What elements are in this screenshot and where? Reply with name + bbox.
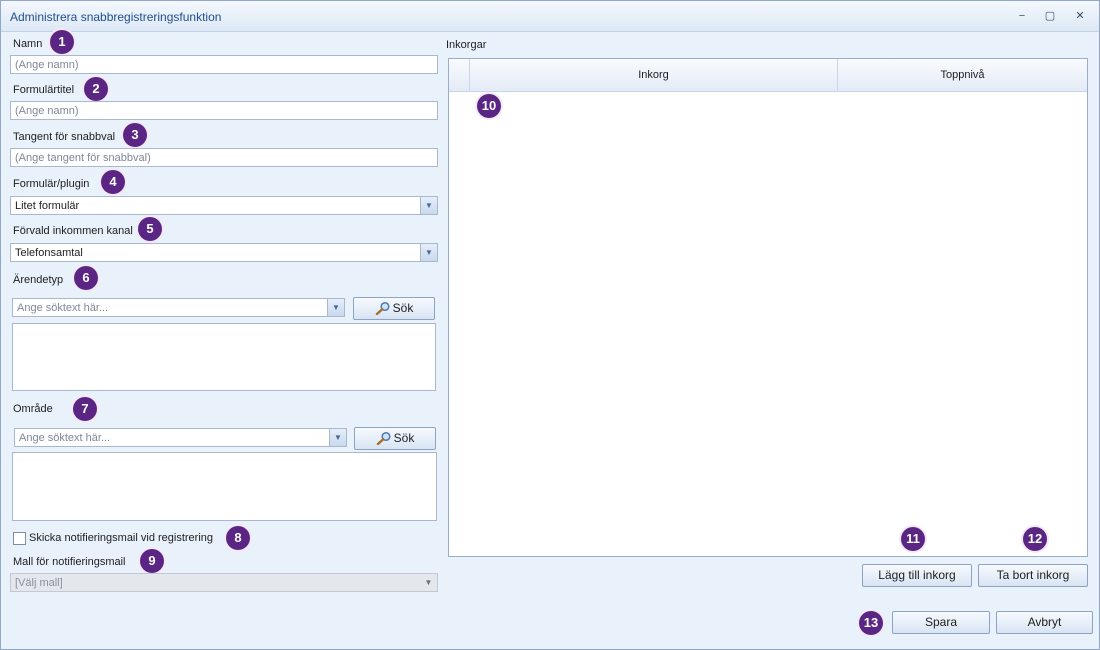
case-type-search-button[interactable]: Sök xyxy=(353,297,435,320)
inboxes-grid[interactable]: Inkorg Toppnivå xyxy=(448,58,1088,557)
area-search-placeholder: Ange söktext här... xyxy=(19,432,111,444)
area-search-button-label: Sök xyxy=(393,431,415,445)
magnifier-icon xyxy=(376,431,391,445)
chevron-down-icon: ▼ xyxy=(424,578,433,587)
area-list[interactable] xyxy=(12,452,437,521)
column-header-top-level[interactable]: Toppnivå xyxy=(838,59,1087,91)
form-title-label: Formulärtitel xyxy=(13,84,75,96)
badge-11: 11 xyxy=(901,527,925,551)
mail-template-value: [Välj mall] xyxy=(15,577,63,589)
area-search-button[interactable]: Sök xyxy=(354,427,436,450)
badge-12: 12 xyxy=(1023,527,1047,551)
badge-2: 2 xyxy=(84,77,108,101)
badge-1: 1 xyxy=(50,30,74,54)
case-type-list[interactable] xyxy=(12,323,436,391)
default-channel-value: Telefonsamtal xyxy=(15,247,83,259)
close-button[interactable]: ✕ xyxy=(1070,8,1090,24)
default-channel-select[interactable]: Telefonsamtal ▼ xyxy=(10,243,438,262)
inboxes-grid-header: Inkorg Toppnivå xyxy=(449,59,1087,92)
notify-checkbox[interactable] xyxy=(13,532,26,545)
mail-template-label: Mall för notifieringsmail xyxy=(13,556,126,568)
chevron-down-icon[interactable]: ▼ xyxy=(327,299,344,316)
name-label: Namn xyxy=(13,38,43,50)
badge-3: 3 xyxy=(123,123,147,147)
form-plugin-label: Formulär/plugin xyxy=(13,178,90,190)
chevron-down-icon[interactable]: ▼ xyxy=(420,197,437,214)
save-button[interactable]: Spara xyxy=(892,611,990,634)
shortcut-key-input[interactable] xyxy=(10,148,438,167)
shortcut-key-label: Tangent för snabbval xyxy=(13,131,116,143)
badge-10: 10 xyxy=(477,94,501,118)
notify-checkbox-label[interactable]: Skicka notifieringsmail vid registrering xyxy=(29,532,213,544)
dialog-window: Administrera snabbregistreringsfunktion … xyxy=(0,0,1100,650)
default-channel-label: Förvald inkommen kanal xyxy=(13,225,133,237)
form-title-input[interactable] xyxy=(10,101,438,120)
area-label: Område xyxy=(13,403,53,415)
form-plugin-select[interactable]: Litet formulär ▼ xyxy=(10,196,438,215)
case-type-search-button-label: Sök xyxy=(392,301,414,315)
form-plugin-value: Litet formulär xyxy=(15,200,80,212)
window-title: Administrera snabbregistreringsfunktion xyxy=(10,10,222,24)
chevron-down-icon[interactable]: ▼ xyxy=(420,244,437,261)
maximize-button[interactable]: ▢ xyxy=(1040,8,1060,24)
case-type-search-combo[interactable]: Ange söktext här... ▼ xyxy=(12,298,345,317)
name-input[interactable] xyxy=(10,55,438,74)
badge-6: 6 xyxy=(74,266,98,290)
badge-9: 9 xyxy=(140,549,164,573)
add-inbox-button[interactable]: Lägg till inkorg xyxy=(862,564,972,587)
case-type-label: Ärendetyp xyxy=(13,274,64,286)
badge-5: 5 xyxy=(138,217,162,241)
case-type-search-placeholder: Ange söktext här... xyxy=(17,302,109,314)
mail-template-select: [Välj mall] ▼ xyxy=(10,573,438,592)
column-header-inbox[interactable]: Inkorg xyxy=(470,59,837,91)
inboxes-label: Inkorgar xyxy=(446,39,487,51)
title-bar: Administrera snabbregistreringsfunktion … xyxy=(1,1,1099,32)
badge-4: 4 xyxy=(101,170,125,194)
badge-13: 13 xyxy=(859,611,883,635)
minimize-button[interactable]: − xyxy=(1012,8,1032,24)
badge-7: 7 xyxy=(73,397,97,421)
cancel-button[interactable]: Avbryt xyxy=(996,611,1093,634)
remove-inbox-button[interactable]: Ta bort inkorg xyxy=(978,564,1088,587)
badge-8: 8 xyxy=(226,526,250,550)
area-search-combo[interactable]: Ange söktext här... ▼ xyxy=(14,428,347,447)
magnifier-icon xyxy=(375,301,390,315)
chevron-down-icon[interactable]: ▼ xyxy=(329,429,346,446)
